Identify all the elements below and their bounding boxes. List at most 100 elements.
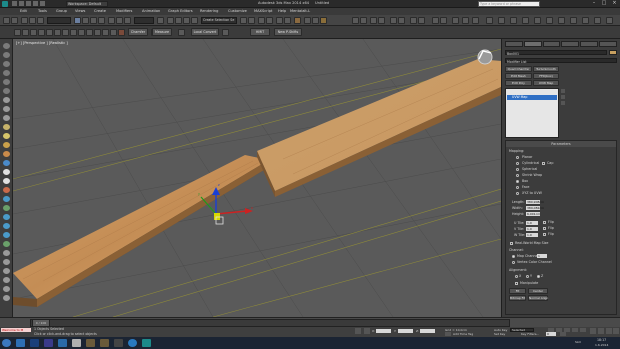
ribbon-icon-11[interactable] bbox=[94, 29, 101, 36]
scale-icon[interactable] bbox=[124, 17, 131, 24]
toolbar-icon-g[interactable] bbox=[410, 17, 417, 24]
toolbar-icon-h[interactable] bbox=[418, 17, 425, 24]
center-button[interactable]: Center bbox=[528, 288, 548, 294]
tool-icon-4[interactable] bbox=[3, 70, 10, 76]
toolbar-icon-n[interactable] bbox=[486, 17, 493, 24]
taskbar-3dsmax-icon[interactable] bbox=[114, 339, 123, 347]
new-p-shifts-button[interactable]: New P-Shifts bbox=[274, 28, 302, 36]
key-filters-button[interactable]: Key Filters... bbox=[521, 332, 539, 336]
menu-mentalalt[interactable]: Mentalalt-L bbox=[290, 9, 310, 13]
menu-rendering[interactable]: Rendering bbox=[200, 9, 218, 13]
hierarchy-tab-icon[interactable] bbox=[542, 41, 561, 47]
toolbar-icon-a[interactable] bbox=[352, 17, 359, 24]
hmit-button[interactable]: HMIT bbox=[250, 28, 270, 36]
tool-icon-11[interactable] bbox=[3, 133, 10, 139]
menu-tools[interactable]: Tools bbox=[38, 9, 47, 13]
pan-icon[interactable] bbox=[606, 328, 612, 334]
toolbar-icon-p[interactable] bbox=[510, 17, 517, 24]
u-flip-checkbox[interactable] bbox=[543, 221, 546, 224]
orbit-icon[interactable] bbox=[613, 328, 619, 334]
x-coordinate-input[interactable] bbox=[376, 329, 391, 333]
motion-tab-icon[interactable] bbox=[561, 41, 580, 47]
zoom-all-icon[interactable] bbox=[598, 328, 604, 334]
ffd-box-button[interactable]: FFD(box) bbox=[533, 73, 559, 79]
bitmap-fit-button[interactable]: Bitmap Fit bbox=[509, 295, 526, 301]
object-name-field[interactable]: Box001 bbox=[505, 50, 607, 56]
ribbon-icon-5[interactable] bbox=[46, 29, 53, 36]
measure-button[interactable]: Measure bbox=[152, 28, 172, 36]
radio-shrink-wrap[interactable] bbox=[516, 174, 519, 177]
tool-icon-22[interactable] bbox=[3, 232, 10, 238]
cap-checkbox[interactable] bbox=[542, 162, 545, 165]
toolbar-icon-q[interactable] bbox=[522, 17, 529, 24]
modifier-stack[interactable]: UVW Map bbox=[505, 88, 559, 138]
curve-editor-icon[interactable] bbox=[276, 17, 283, 24]
map-channel-input[interactable]: 1 bbox=[537, 254, 547, 258]
modify-tab-icon[interactable] bbox=[523, 41, 542, 47]
menu-edit[interactable]: Edit bbox=[20, 9, 27, 13]
lock-selection-icon[interactable] bbox=[355, 328, 361, 334]
tool-icon-25[interactable] bbox=[3, 259, 10, 265]
stack-tool-icon-3[interactable] bbox=[561, 101, 565, 105]
clock-time[interactable]: 18:17 bbox=[597, 338, 606, 342]
ribbon-icon-4[interactable] bbox=[38, 29, 45, 36]
u-tile-input[interactable]: 1,0 bbox=[526, 221, 538, 225]
radio-spherical[interactable] bbox=[516, 168, 519, 171]
menu-create[interactable]: Create bbox=[94, 9, 106, 13]
snaps-toggle-icon[interactable] bbox=[167, 17, 174, 24]
ribbon-icon-7[interactable] bbox=[62, 29, 69, 36]
pivot-center-icon[interactable] bbox=[157, 17, 164, 24]
search-input[interactable]: Type a keyword or phrase bbox=[478, 1, 540, 7]
add-time-tag[interactable]: Add Time Tag bbox=[453, 332, 473, 336]
toolbar-icon-j[interactable] bbox=[440, 17, 447, 24]
uvw-map-button[interactable]: UVW Map bbox=[533, 80, 559, 86]
time-tag-icon[interactable] bbox=[445, 332, 451, 336]
local-convert-icon[interactable] bbox=[178, 29, 185, 36]
spinner-snap-icon[interactable] bbox=[191, 17, 198, 24]
app-logo-icon[interactable] bbox=[2, 1, 8, 7]
tool-icon-15[interactable] bbox=[3, 169, 10, 175]
local-convert-button[interactable]: Local Convert bbox=[191, 28, 219, 36]
toolbar-icon-k[interactable] bbox=[452, 17, 459, 24]
wood-plank-right[interactable] bbox=[257, 59, 501, 197]
tool-icon-19[interactable] bbox=[3, 205, 10, 211]
maxscript-listener[interactable]: Welcome to M bbox=[1, 328, 31, 332]
toolbar-icon-b[interactable] bbox=[360, 17, 367, 24]
taskbar-files-icon[interactable] bbox=[72, 339, 81, 347]
ribbon-icon-12[interactable] bbox=[102, 29, 109, 36]
radio-align-x[interactable] bbox=[515, 275, 518, 278]
taskbar-explorer-icon[interactable] bbox=[16, 339, 25, 347]
current-frame-input[interactable]: 0 bbox=[546, 332, 556, 336]
zoom-icon[interactable] bbox=[590, 328, 596, 334]
taskbar-lightroom-icon[interactable] bbox=[44, 339, 53, 347]
ribbon-icon-8[interactable] bbox=[70, 29, 77, 36]
fit-button[interactable]: Fit bbox=[509, 288, 526, 294]
stack-item-uvw-map[interactable]: UVW Map bbox=[507, 95, 557, 100]
menu-group[interactable]: Group bbox=[56, 9, 67, 13]
toolbar-icon-f[interactable] bbox=[398, 17, 405, 24]
menu-customize[interactable]: Customize bbox=[228, 9, 247, 13]
maximize-icon[interactable]: □ bbox=[600, 1, 608, 7]
redo-icon[interactable] bbox=[40, 1, 45, 6]
select-object-icon[interactable] bbox=[74, 17, 81, 24]
toolbar-icon-x[interactable] bbox=[606, 17, 613, 24]
named-selection-set-dropdown[interactable]: Create Selection Se bbox=[201, 17, 237, 24]
reference-coordinate-dropdown[interactable] bbox=[134, 17, 154, 24]
menu-views[interactable]: Views bbox=[75, 9, 85, 13]
taskbar-photoshop-icon[interactable] bbox=[30, 339, 39, 347]
tool-icon-21[interactable] bbox=[3, 223, 10, 229]
height-input[interactable]: 6,001cm bbox=[526, 212, 540, 216]
link-icon[interactable] bbox=[21, 17, 28, 24]
tool-icon-16[interactable] bbox=[3, 178, 10, 184]
tool-icon-1[interactable] bbox=[3, 43, 10, 49]
stack-tool-icon-2[interactable] bbox=[561, 95, 565, 99]
v-flip-checkbox[interactable] bbox=[543, 227, 546, 230]
utilities-tab-icon[interactable] bbox=[599, 41, 617, 47]
start-button-icon[interactable] bbox=[2, 339, 11, 347]
track-bar[interactable] bbox=[30, 319, 510, 327]
toolbar-icon-r[interactable] bbox=[534, 17, 541, 24]
unlink-icon[interactable] bbox=[29, 17, 36, 24]
tool-icon-13[interactable] bbox=[3, 151, 10, 157]
toolbar-icon-d[interactable] bbox=[378, 17, 385, 24]
schematic-view-icon[interactable] bbox=[284, 17, 291, 24]
